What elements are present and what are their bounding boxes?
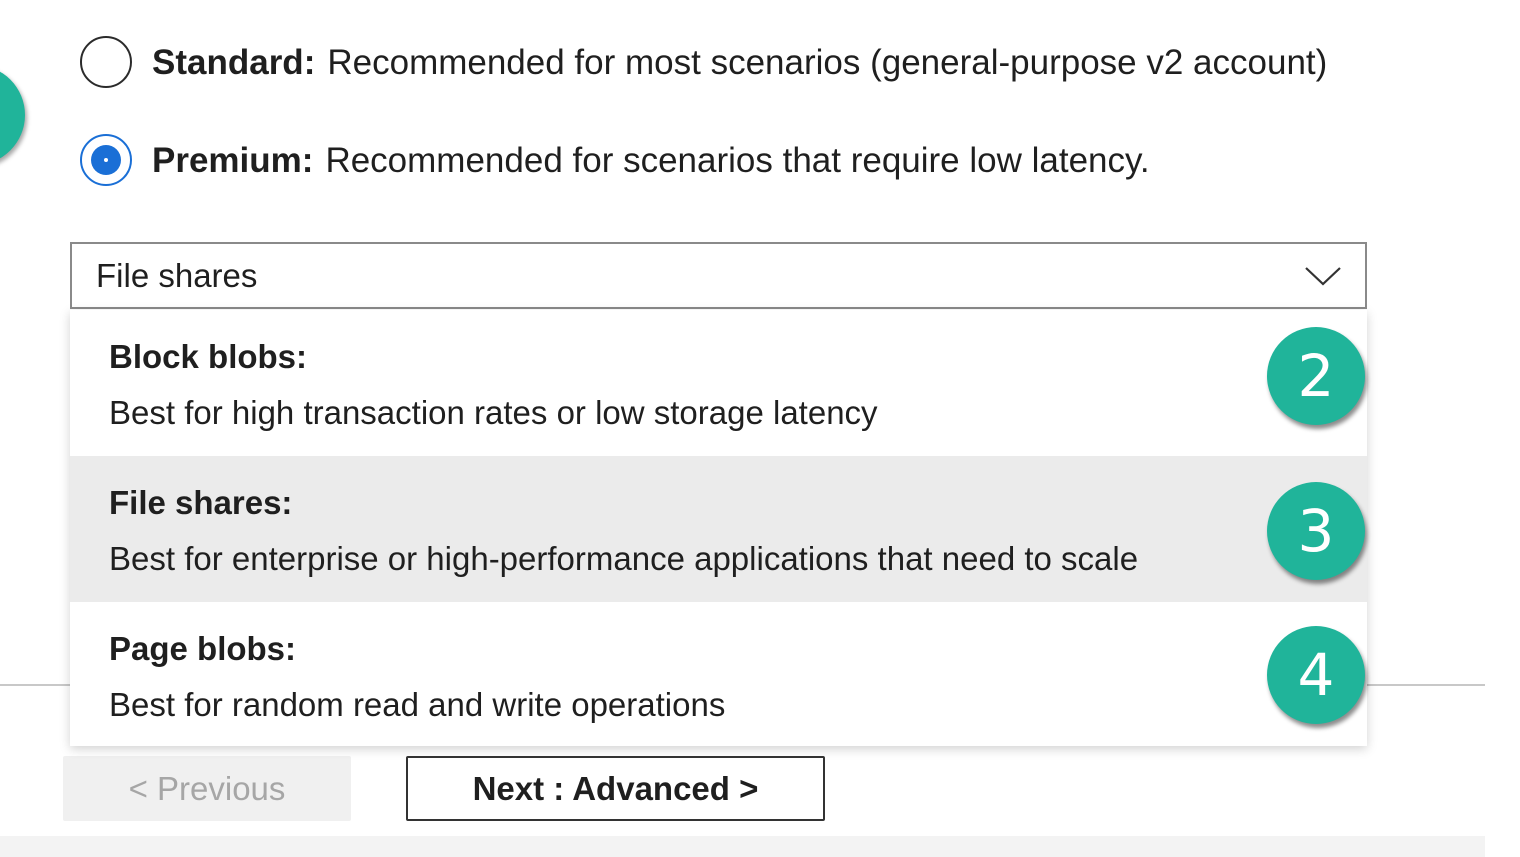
next-advanced-button[interactable]: Next : Advanced > [406, 756, 825, 821]
option-file-shares[interactable]: File shares: Best for enterprise or high… [70, 456, 1367, 602]
dropdown-selected-value: File shares [96, 256, 258, 294]
radio-premium[interactable]: Premium: Recommended for scenarios that … [80, 134, 1150, 186]
radio-standard-title: Standard: [152, 42, 316, 82]
option-description: Best for enterprise or high-performance … [109, 540, 1139, 577]
callout-badge-2: 2 [1267, 327, 1365, 425]
option-description: Best for high transaction rates or low s… [109, 394, 878, 431]
option-title: Block blobs: [109, 338, 308, 375]
option-title: File shares: [109, 484, 293, 521]
option-title: Page blobs: [109, 630, 297, 667]
radio-premium-description: Recommended for scenarios that require l… [325, 140, 1150, 180]
storage-account-performance-panel: Standard: Recommended for most scenarios… [0, 0, 1520, 857]
radio-standard-description: Recommended for most scenarios (general-… [327, 42, 1328, 82]
radio-standard-circle-icon[interactable] [80, 36, 132, 88]
option-description: Best for random read and write operation… [109, 686, 726, 723]
radio-premium-title: Premium: [152, 140, 314, 180]
option-block-blobs[interactable]: Block blobs: Best for high transaction r… [70, 310, 1367, 456]
callout-badge-3: 3 [1267, 482, 1365, 580]
option-page-blobs[interactable]: Page blobs: Best for random read and wri… [70, 602, 1367, 748]
radio-standard[interactable]: Standard: Recommended for most scenarios… [80, 36, 1327, 88]
account-type-listbox: Block blobs: Best for high transaction r… [70, 310, 1367, 746]
radio-premium-checked-icon[interactable] [80, 134, 132, 186]
partial-callout-badge [0, 65, 25, 165]
chevron-down-icon[interactable] [1303, 264, 1343, 288]
previous-button[interactable]: < Previous [63, 756, 351, 821]
account-type-dropdown[interactable]: File shares [70, 242, 1367, 309]
footer-band [0, 836, 1485, 857]
callout-badge-4: 4 [1267, 626, 1365, 724]
